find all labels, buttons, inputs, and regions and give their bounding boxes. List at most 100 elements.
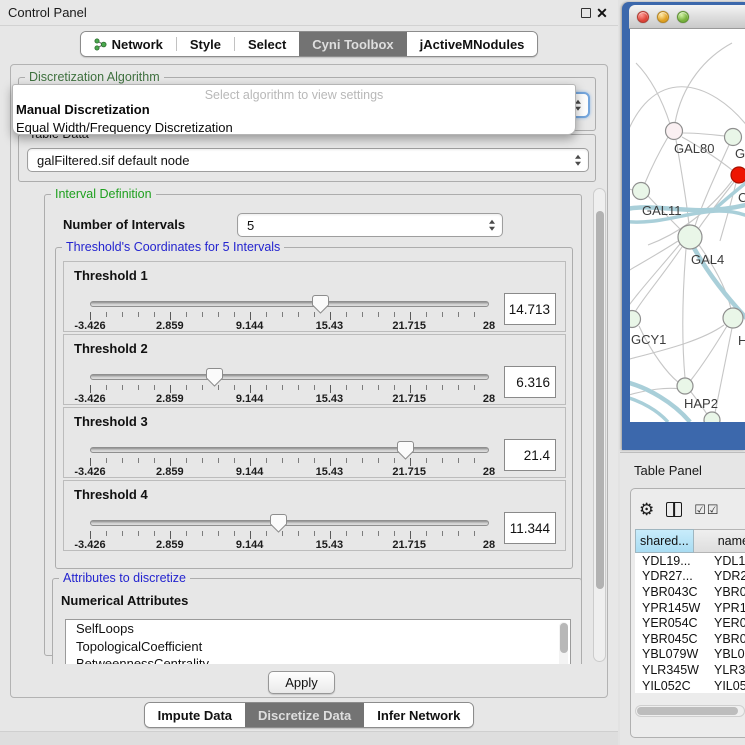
tab-cyni-toolbox-label: Cyni Toolbox [312,37,393,52]
tab-jactivemnodules-label: jActiveMNodules [420,37,525,52]
threshold-2-slider[interactable]: -3.426 2.859 9.144 15.43 21.715 28 [90,372,489,404]
network-icon [94,38,107,51]
table-row[interactable]: YBR043CYBR04 [635,584,745,600]
network-nodes[interactable] [630,123,745,423]
table-toolbar: ⚙ ☑☑ [639,495,745,523]
scale-label: 15.43 [316,393,344,405]
slider-track[interactable] [90,520,489,526]
top-tabs-segment: Network Style Select Cyni Toolbox jActiv… [80,31,539,57]
slider-scale: -3.426 2.859 9.144 15.43 21.715 28 [90,393,489,406]
slider-track[interactable] [90,447,489,453]
minimize-traffic-light-icon[interactable] [657,11,669,23]
scrollbar-thumb[interactable] [596,211,604,589]
numerical-attributes-label: Numerical Attributes [61,593,188,608]
cell: YDL19... [635,554,708,568]
table-row[interactable]: YBL079WYBL07 [635,647,745,663]
threshold-4-slider[interactable]: -3.426 2.859 9.144 15.43 21.715 28 [90,518,489,550]
table-row[interactable]: YER054CYER05 [635,615,745,631]
tab-impute-data[interactable]: Impute Data [145,703,245,727]
table-rows: YDL19...YDL19 YDR27...YDR27 YBR043CYBR04… [635,553,745,693]
algorithm-dropdown-popup: Select algorithm to view settings Manual… [12,84,576,135]
popup-item-manual-discretization[interactable]: Manual Discretization [13,101,575,119]
close-icon[interactable]: ✕ [594,5,610,21]
tab-select[interactable]: Select [235,32,299,56]
table-row[interactable]: YIL052CYIL05 [635,678,745,694]
threshold-1-value-field[interactable]: 14.713 [504,293,556,325]
zoom-traffic-light-icon[interactable] [677,11,689,23]
table-row[interactable]: YBR045CYBR04 [635,631,745,647]
threshold-3-slider[interactable]: -3.426 2.859 9.144 15.43 21.715 28 [90,445,489,477]
gear-icon[interactable]: ⚙ [639,501,654,518]
node-bottom-partial[interactable] [704,412,720,422]
slider-thumb[interactable] [397,441,414,460]
table-row[interactable]: YDR27...YDR27 [635,569,745,585]
scrollbar-thumb[interactable] [637,707,738,715]
slider-thumb[interactable] [312,295,329,314]
column-header-name[interactable]: name [694,529,745,553]
node-gal80[interactable] [666,123,683,140]
node-gcy1[interactable] [630,311,641,328]
table-row[interactable]: YPR145WYPR14 [635,600,745,616]
scale-label: 21.715 [392,393,426,405]
list-item-betweennesscentrality[interactable]: BetweennessCentrality [66,655,570,664]
apply-button[interactable]: Apply [268,671,335,694]
cell: YDR27 [708,569,745,583]
scale-label: 21.715 [392,320,426,332]
slider-thumb[interactable] [206,368,223,387]
tab-style[interactable]: Style [177,32,234,56]
network-node-labels: GAL80 GA C GAL11 GAL4 GCY1 H HAP2 [631,141,745,411]
table-row[interactable]: YDL19...YDL19 [635,553,745,569]
close-traffic-light-icon[interactable] [637,11,649,23]
node-red[interactable] [731,167,745,183]
select-columns-checkboxes-icon[interactable]: ☑☑ [694,503,719,516]
threshold-2-value-field[interactable]: 6.316 [504,366,556,398]
tab-infer-network[interactable]: Infer Network [364,703,473,727]
node-top-right[interactable] [725,129,742,146]
table-header-row: shared... name [635,529,745,553]
node-gal4[interactable] [678,225,702,249]
slider-track[interactable] [90,374,489,380]
node-gal11[interactable] [633,183,650,200]
app-screen: Control Panel ✕ Network Style [0,0,745,745]
num-intervals-combobox[interactable]: 5 [237,213,503,237]
node-table: shared... name YDL19...YDL19 YDR27...YDR… [635,529,745,703]
scale-label: 28 [483,393,495,405]
cell: YBR04 [708,632,745,646]
threshold-2-label: Threshold 2 [74,341,148,356]
list-vertical-scrollbar[interactable] [559,622,568,664]
cell: YPR145W [635,601,708,615]
tab-jactivemnodules[interactable]: jActiveMNodules [407,32,538,56]
float-window-icon[interactable] [578,5,594,21]
network-view[interactable]: GAL80 GA C GAL11 GAL4 GCY1 H HAP2 [630,29,745,422]
tab-cyni-toolbox[interactable]: Cyni Toolbox [299,32,406,56]
list-item-topologicalcoefficient[interactable]: TopologicalCoefficient [66,638,570,656]
tab-network[interactable]: Network [81,32,176,56]
slider-thumb[interactable] [270,514,287,533]
scale-label: 9.144 [236,539,264,551]
network-graph: GAL80 GA C GAL11 GAL4 GCY1 H HAP2 [630,29,745,422]
node-h[interactable] [723,308,743,328]
popup-item-equal-width[interactable]: Equal Width/Frequency Discretization [13,119,575,135]
num-intervals-label: Number of Intervals [63,217,185,232]
network-window-titlebar[interactable] [629,5,745,29]
columns-icon[interactable] [666,502,682,517]
scale-label: 2.859 [156,466,184,478]
scale-label: -3.426 [74,466,105,478]
table-data-group: Table Data galFiltered.sif default node [18,134,596,182]
column-header-shared-name[interactable]: shared... [635,529,694,553]
node-hap2[interactable] [677,378,693,394]
table-horizontal-scrollbar[interactable] [635,705,745,717]
scrollbar-thumb[interactable] [560,623,568,653]
threshold-1-slider[interactable]: -3.426 2.859 9.144 15.43 21.715 28 [90,299,489,331]
table-data-combobox[interactable]: galFiltered.sif default node [27,148,589,172]
slider-track[interactable] [90,301,489,307]
tab-discretize-data[interactable]: Discretize Data [245,703,364,727]
list-item-selfloops[interactable]: SelfLoops [66,620,570,638]
combobox-stepper-icon [489,220,495,231]
threshold-4-value-field[interactable]: 11.344 [504,512,556,544]
cell: YDR27... [635,569,708,583]
scale-label: 2.859 [156,320,184,332]
threshold-3-value-field[interactable]: 21.4 [504,439,556,471]
table-row[interactable]: YLR345WYLR34 [635,662,745,678]
panel-vertical-scrollbar[interactable] [593,188,606,662]
